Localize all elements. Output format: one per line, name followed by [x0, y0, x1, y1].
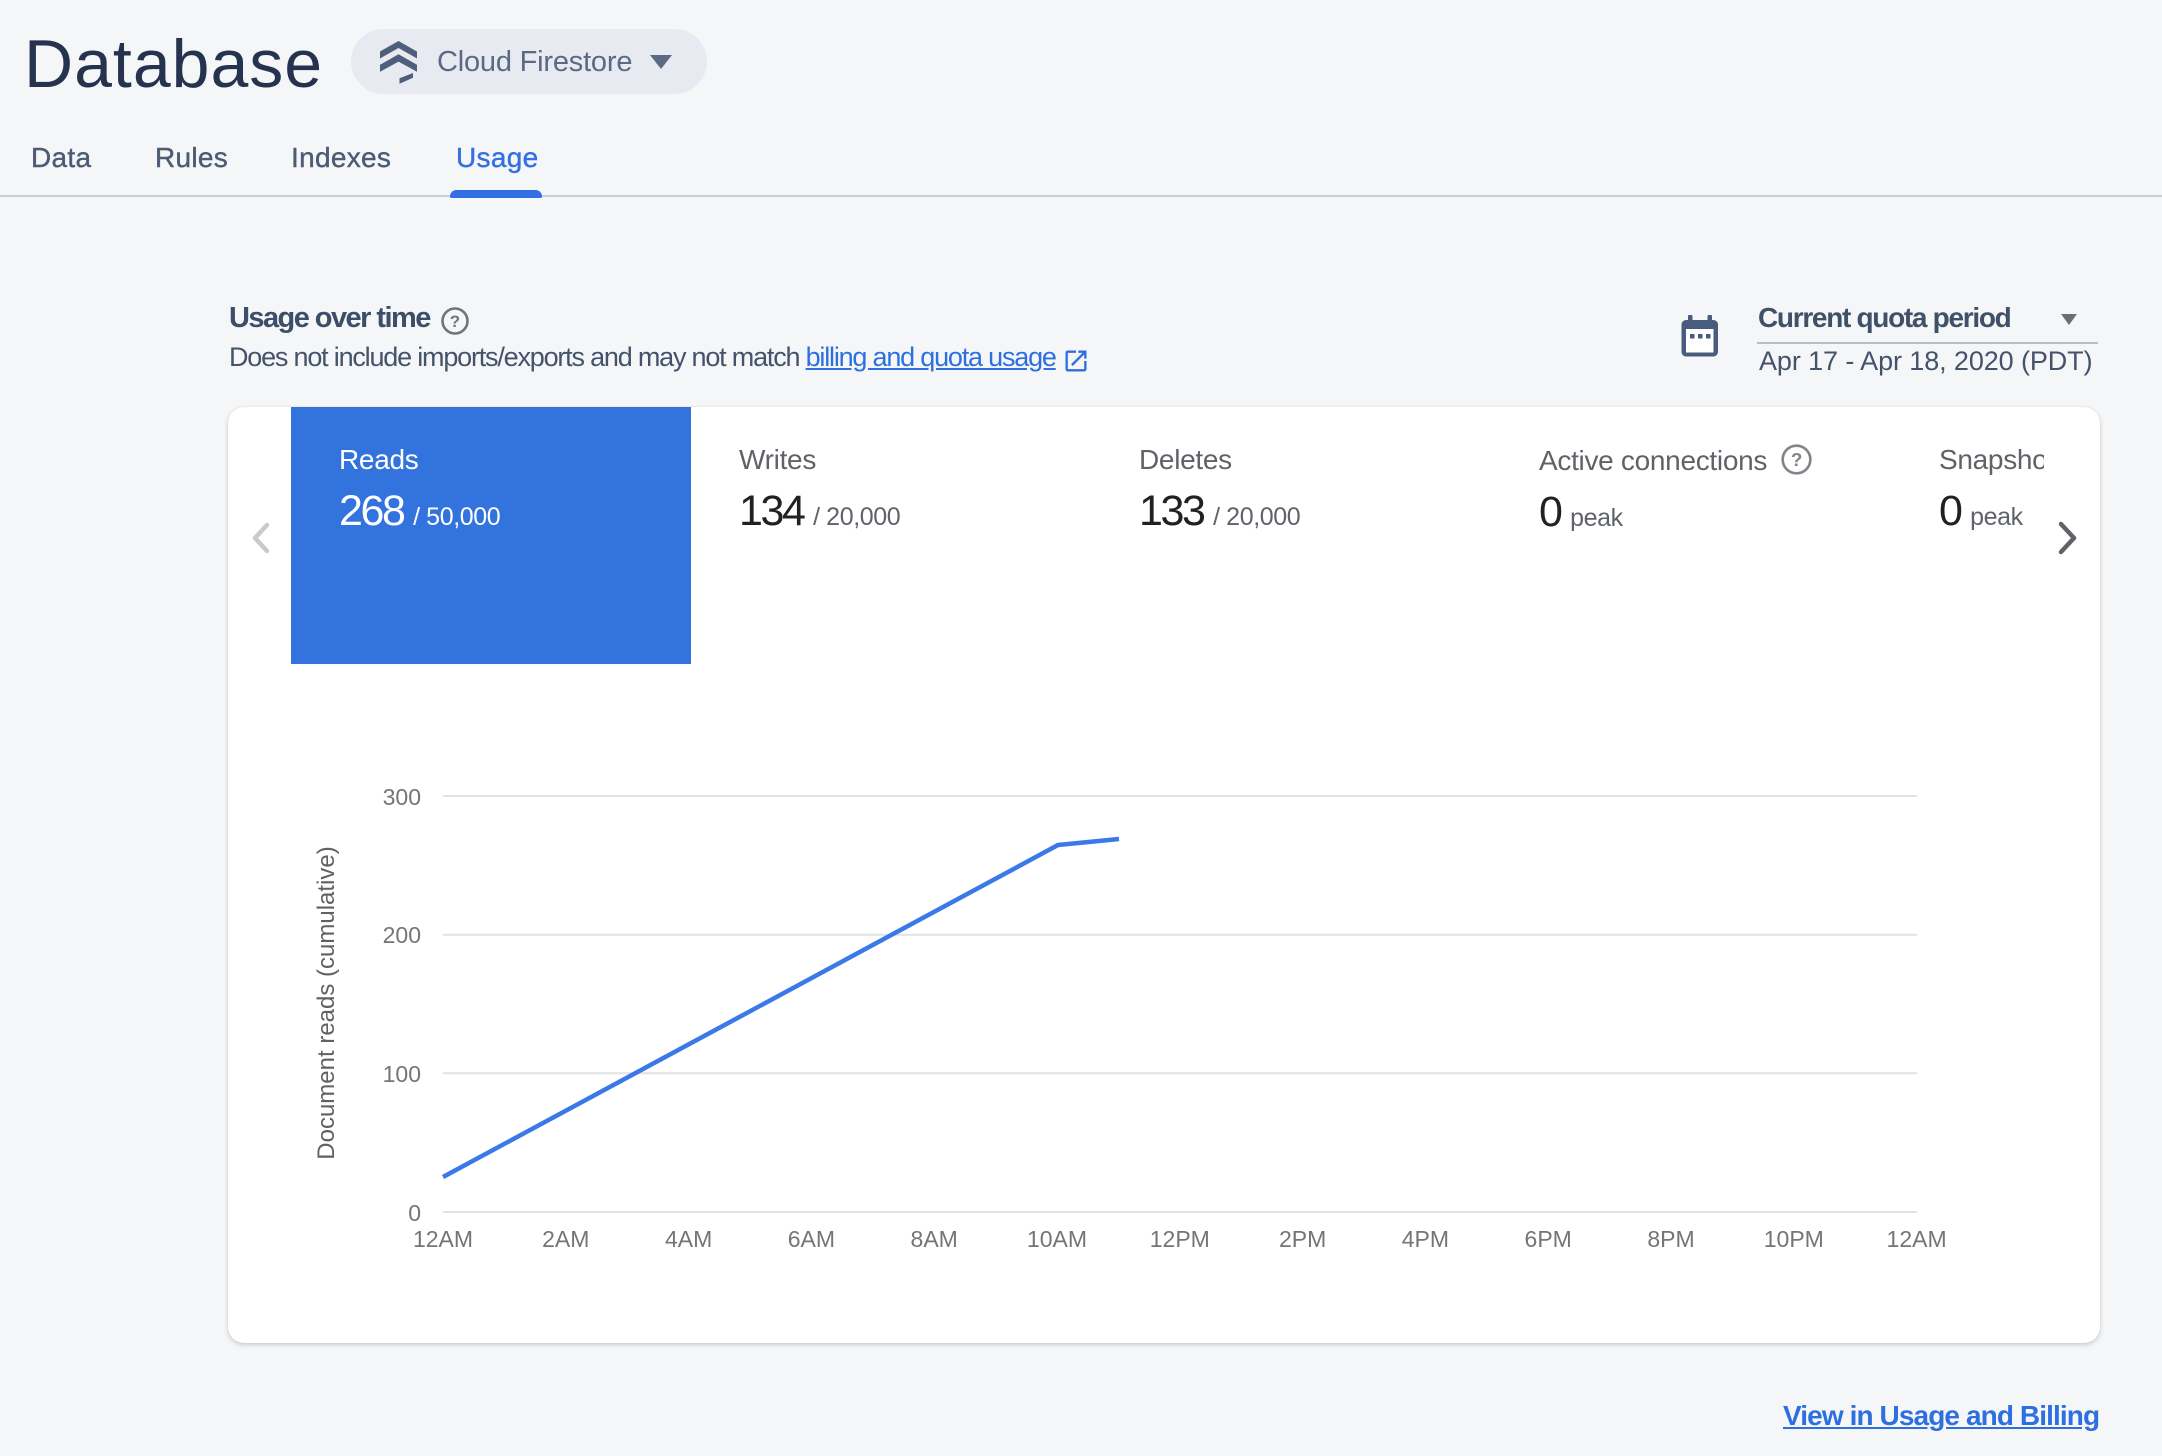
svg-text:300: 300 [383, 784, 421, 810]
svg-text:4AM: 4AM [665, 1226, 712, 1252]
svg-text:?: ? [450, 312, 460, 331]
svg-text:12AM: 12AM [413, 1226, 473, 1252]
svg-text:2PM: 2PM [1279, 1226, 1326, 1252]
svg-text:6PM: 6PM [1525, 1226, 1572, 1252]
svg-text:0: 0 [408, 1200, 421, 1226]
svg-text:200: 200 [383, 922, 421, 948]
svg-text:8AM: 8AM [911, 1226, 958, 1252]
svg-text:4PM: 4PM [1402, 1226, 1449, 1252]
svg-text:Document reads (cumulative): Document reads (cumulative) [313, 846, 340, 1159]
svg-text:6AM: 6AM [788, 1226, 835, 1252]
svg-text:2AM: 2AM [542, 1226, 589, 1252]
svg-text:100: 100 [383, 1061, 421, 1087]
svg-text:8PM: 8PM [1647, 1226, 1694, 1252]
svg-text:12PM: 12PM [1150, 1226, 1210, 1252]
svg-text:12AM: 12AM [1887, 1226, 1947, 1252]
svg-text:10PM: 10PM [1764, 1226, 1824, 1252]
svg-text:10AM: 10AM [1027, 1226, 1087, 1252]
